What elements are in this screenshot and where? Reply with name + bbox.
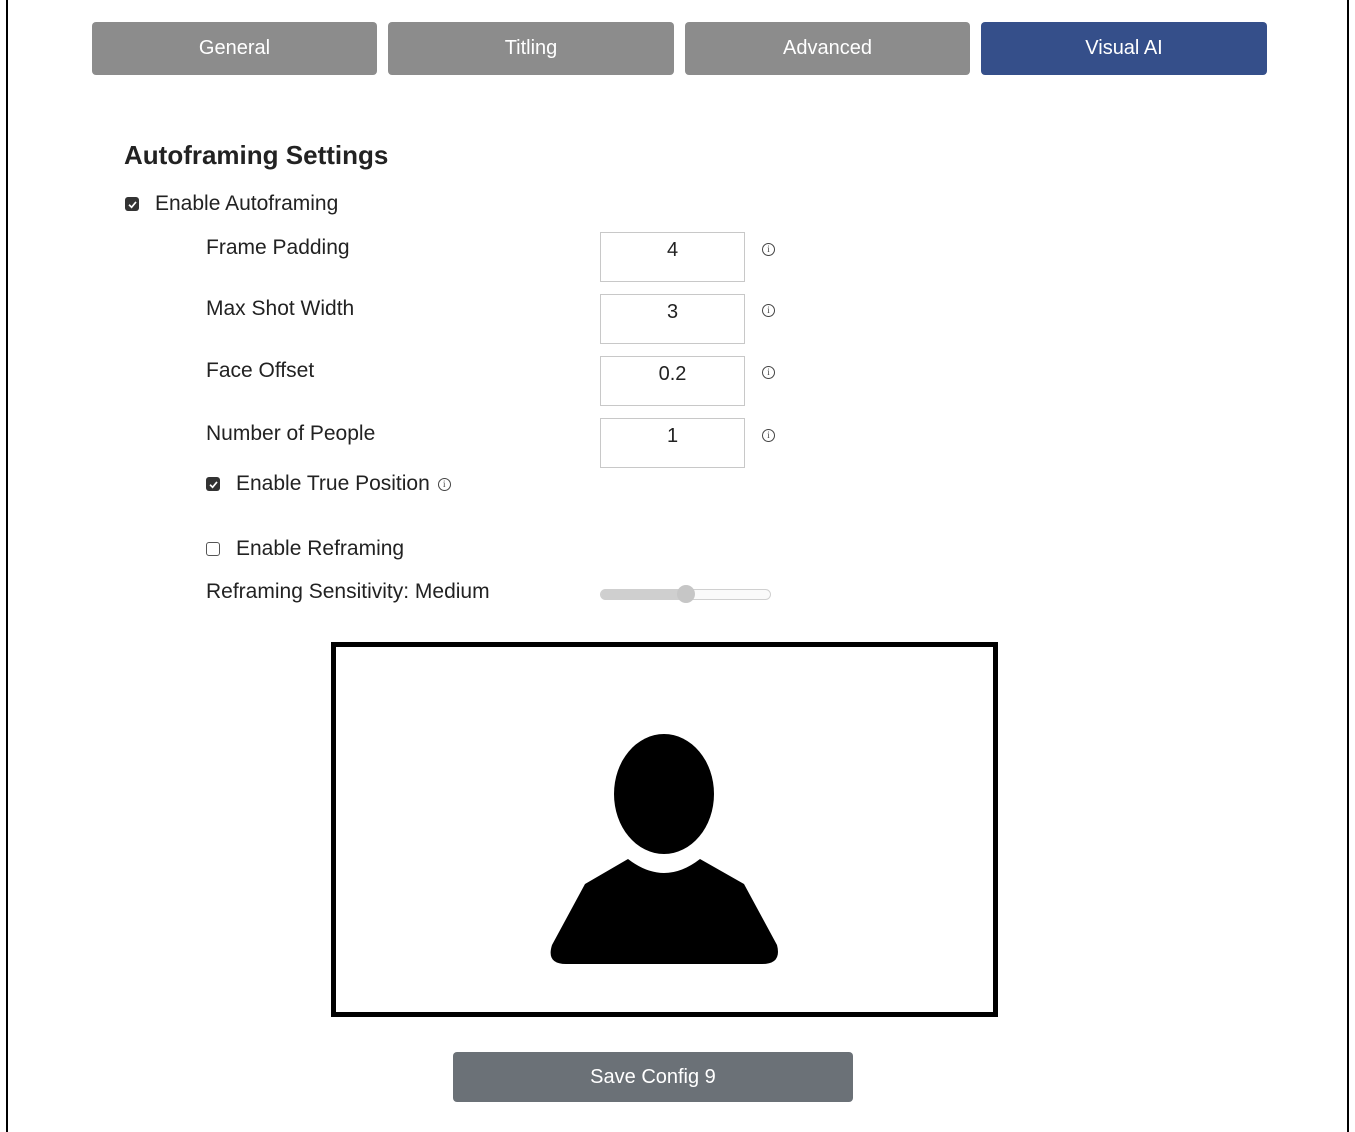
person-silhouette-icon [550,734,778,964]
reframing-sensitivity-slider[interactable] [600,585,771,603]
max-shot-width-label: Max Shot Width [206,297,355,320]
enable-reframing-label: Enable Reframing [236,537,405,560]
enable-true-position-checkbox[interactable] [206,477,220,491]
enable-true-position-row[interactable]: Enable True Position i [206,472,451,496]
checkmark-icon [127,200,137,208]
info-icon[interactable]: i [762,429,775,442]
enable-autoframing-label: Enable Autoframing [155,192,339,215]
reframing-sensitivity-label: Reframing Sensitivity: Medium [206,580,490,603]
enable-reframing-row[interactable]: Enable Reframing [206,537,404,561]
enable-reframing-checkbox[interactable] [206,542,220,556]
info-icon[interactable]: i [762,243,775,256]
number-of-people-input[interactable]: 1 [600,418,745,468]
face-offset-input[interactable]: 0.2 [600,356,745,406]
autoframing-preview [331,642,998,1017]
tab-visual-ai[interactable]: Visual AI [981,22,1267,75]
info-icon[interactable]: i [762,366,775,379]
enable-true-position-label: Enable True Position [236,472,430,495]
save-config-button[interactable]: Save Config 9 [453,1052,853,1102]
section-title: Autoframing Settings [124,140,389,170]
info-icon[interactable]: i [762,304,775,317]
enable-autoframing-row[interactable]: Enable Autoframing [125,192,338,216]
tab-general[interactable]: General [92,22,377,75]
frame-padding-input[interactable]: 4 [600,232,745,282]
info-icon[interactable]: i [437,477,451,491]
slider-thumb[interactable] [677,585,695,603]
slider-fill [601,589,686,600]
max-shot-width-input[interactable]: 3 [600,294,745,344]
checkmark-icon [208,480,218,488]
tab-titling[interactable]: Titling [388,22,674,75]
enable-autoframing-checkbox[interactable] [125,197,139,211]
number-of-people-label: Number of People [206,422,376,445]
face-offset-label: Face Offset [206,359,315,382]
tab-advanced[interactable]: Advanced [685,22,970,75]
frame-padding-label: Frame Padding [206,236,350,259]
